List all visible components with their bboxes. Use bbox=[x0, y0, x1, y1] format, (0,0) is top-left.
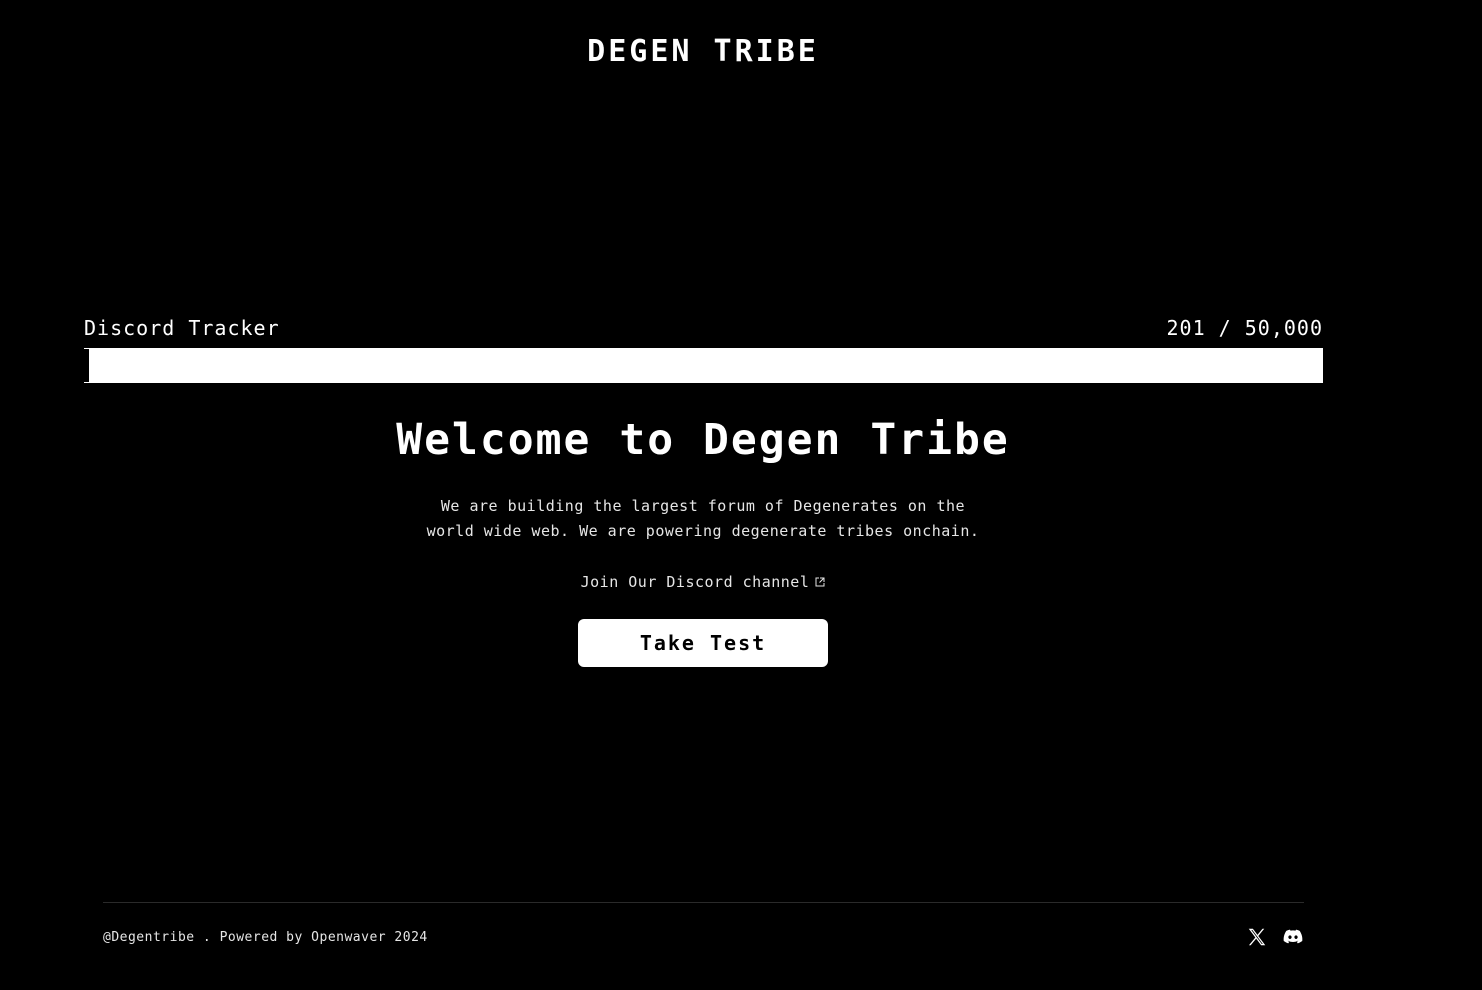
footer-row: @Degentribe . Powered by Openwaver 2024 bbox=[103, 903, 1304, 971]
footer-copyright: @Degentribe . Powered by Openwaver 2024 bbox=[103, 929, 428, 945]
hero-section: Welcome to Degen Tribe We are building t… bbox=[0, 412, 1406, 667]
discord-icon[interactable] bbox=[1282, 926, 1304, 948]
tracker-label: Discord Tracker bbox=[84, 316, 280, 340]
take-test-button[interactable]: Take Test bbox=[578, 619, 828, 667]
site-header: DEGEN TRIBE bbox=[0, 34, 1406, 69]
tracker-header: Discord Tracker 201 / 50,000 bbox=[84, 316, 1323, 342]
hero-title: Welcome to Degen Tribe bbox=[396, 415, 1010, 465]
hero-description: We are building the largest forum of Deg… bbox=[426, 497, 980, 540]
tracker-progress-fill bbox=[84, 349, 89, 382]
x-icon[interactable] bbox=[1246, 926, 1268, 948]
discord-channel-link[interactable]: Join Our Discord channel bbox=[581, 573, 826, 591]
brand-logo[interactable]: DEGEN TRIBE bbox=[587, 34, 819, 69]
tracker-count: 201 / 50,000 bbox=[1166, 316, 1323, 340]
discord-tracker: Discord Tracker 201 / 50,000 bbox=[84, 316, 1323, 383]
site-footer: @Degentribe . Powered by Openwaver 2024 bbox=[103, 902, 1304, 971]
social-links bbox=[1246, 926, 1304, 948]
tracker-progress-bar bbox=[84, 348, 1323, 383]
page: DEGEN TRIBE Discord Tracker 201 / 50,000… bbox=[0, 0, 1482, 990]
cta-wrapper: Take Test bbox=[0, 619, 1406, 667]
discord-link-label: Join Our Discord channel bbox=[580, 573, 810, 591]
external-link-icon bbox=[815, 577, 825, 587]
